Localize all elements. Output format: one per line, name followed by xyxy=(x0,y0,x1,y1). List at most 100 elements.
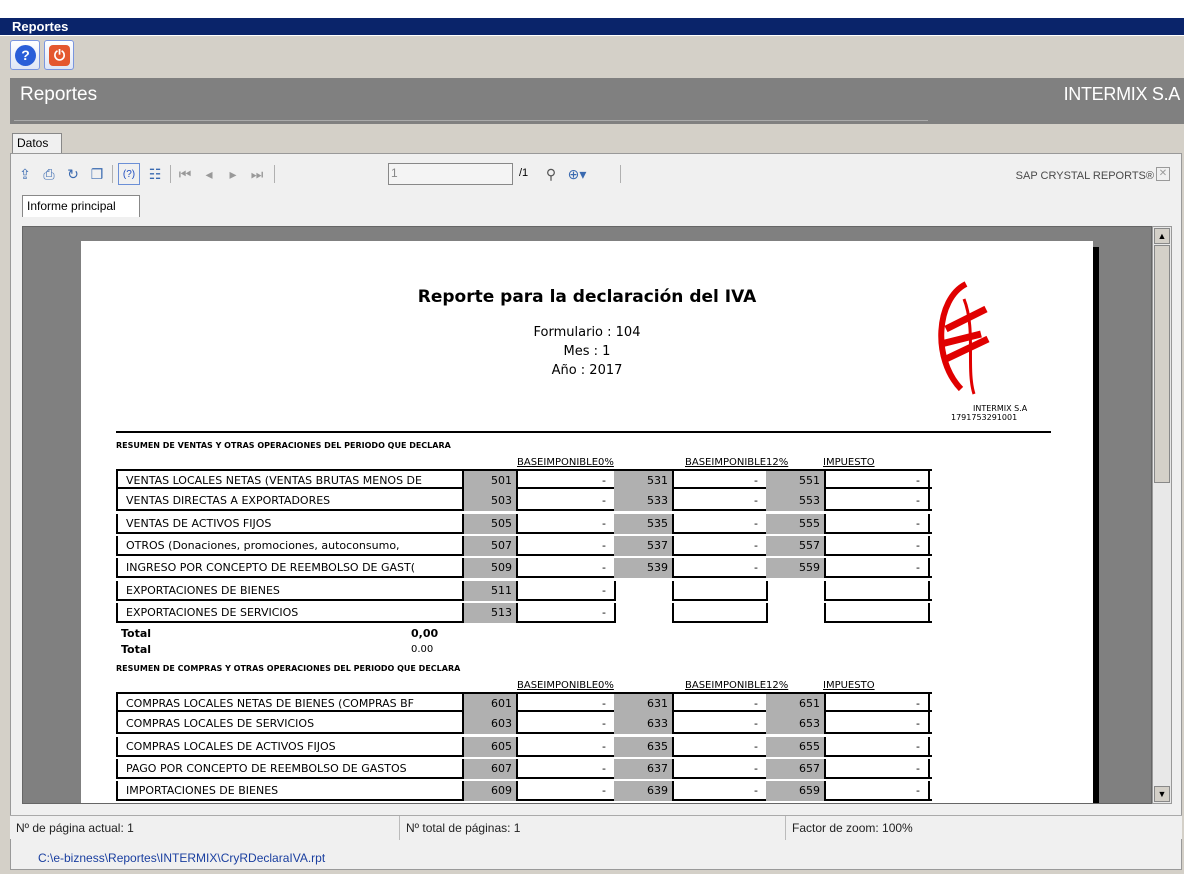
status-zoom: Factor de zoom: 100% xyxy=(792,821,913,835)
group-tree-icon[interactable]: ☷ xyxy=(144,163,166,185)
field-value: - xyxy=(672,535,766,556)
field-code: 609 xyxy=(464,781,516,802)
field-value: - xyxy=(516,558,614,579)
export-icon[interactable]: ⇪ xyxy=(14,163,36,185)
toolbar-separator xyxy=(620,165,621,183)
crystal-reports-brand: SAP CRYSTAL REPORTS® xyxy=(1015,170,1154,182)
row-label: COMPRAS LOCALES DE ACTIVOS FIJOS xyxy=(116,736,464,757)
field-code xyxy=(614,580,672,601)
field-value: - xyxy=(824,714,930,735)
row-label: COMPRAS LOCALES NETAS DE BIENES (COMPRAS… xyxy=(116,694,464,714)
copy-icon[interactable]: ❐ xyxy=(86,163,108,185)
field-code: 601 xyxy=(464,694,516,714)
refresh-icon[interactable]: ↻ xyxy=(62,163,84,185)
page-title: Reportes xyxy=(20,84,98,105)
field-value: - xyxy=(516,471,614,491)
field-value: - xyxy=(516,602,614,623)
first-page-icon[interactable]: ⏮ xyxy=(174,163,196,185)
viewer-toolbar: ⇪ ⎙ ↻ ❐ (?) ☷ ⏮ ◂ ▸ ⏭ /1 ⚲ ⊕▾ xyxy=(14,163,1174,187)
field-value: - xyxy=(672,781,766,802)
total-label: Total xyxy=(121,627,152,640)
field-code: 509 xyxy=(464,558,516,579)
field-code: 555 xyxy=(766,513,824,534)
table-row: VENTAS DIRECTAS A EXPORTADORES 503-533-55… xyxy=(116,491,932,512)
exit-button[interactable]: ⏻ xyxy=(44,40,74,70)
field-value: - xyxy=(824,758,930,779)
field-value: - xyxy=(672,736,766,757)
total-value: 0,00 xyxy=(411,627,439,640)
vertical-scrollbar[interactable]: ▲ ▼ xyxy=(1152,226,1172,804)
field-value: - xyxy=(516,580,614,601)
help-icon[interactable]: (?) xyxy=(118,163,140,185)
field-value xyxy=(824,580,930,601)
field-code: 559 xyxy=(766,558,824,579)
field-value: - xyxy=(516,736,614,757)
field-code: 513 xyxy=(464,602,516,623)
total-value: 0.00 xyxy=(411,644,434,655)
field-value: - xyxy=(824,491,930,512)
scroll-up-icon[interactable]: ▲ xyxy=(1154,228,1170,244)
field-value xyxy=(824,602,930,623)
field-value: - xyxy=(824,558,930,579)
field-value: - xyxy=(516,491,614,512)
field-value: - xyxy=(672,558,766,579)
report-page: Reporte para la declaración del IVA Form… xyxy=(81,241,1093,803)
field-code: 639 xyxy=(614,781,672,802)
col-base12-header: BASEIMPONIBLE12% xyxy=(685,457,789,468)
close-icon[interactable]: ✕ xyxy=(1156,167,1170,181)
field-code: 531 xyxy=(614,471,672,491)
field-code: 507 xyxy=(464,535,516,556)
report-viewport[interactable]: Reporte para la declaración del IVA Form… xyxy=(22,226,1152,804)
table-row: EXPORTACIONES DE SERVICIOS 513- xyxy=(116,602,932,623)
logo-company: INTERMIX S.A xyxy=(973,404,1028,413)
field-code: 607 xyxy=(464,758,516,779)
field-code: 501 xyxy=(464,471,516,491)
table-row: COMPRAS LOCALES DE ACTIVOS FIJOS 605-635-… xyxy=(116,736,932,757)
page-number-input[interactable]: 1 xyxy=(388,163,513,185)
purchase-section-title: RESUMEN DE COMPRAS Y OTRAS OPERACIONES D… xyxy=(116,664,461,673)
field-code: 505 xyxy=(464,513,516,534)
last-page-icon[interactable]: ⏭ xyxy=(246,163,268,185)
scroll-down-icon[interactable]: ▼ xyxy=(1154,786,1170,802)
toolbar-separator xyxy=(170,165,171,183)
field-code: 631 xyxy=(614,694,672,714)
tab-informe-principal[interactable]: Informe principal xyxy=(22,195,140,217)
scroll-thumb[interactable] xyxy=(1154,245,1170,483)
help-button[interactable]: ? xyxy=(10,40,40,70)
tab-datos[interactable]: Datos xyxy=(12,133,62,153)
header-bar: Reportes INTERMIX S.A xyxy=(10,78,1184,124)
field-code: 511 xyxy=(464,580,516,601)
field-value: - xyxy=(672,714,766,735)
zoom-icon[interactable]: ⊕▾ xyxy=(566,163,588,185)
col-tax-header: IMPUESTO xyxy=(823,457,875,468)
next-page-icon[interactable]: ▸ xyxy=(222,163,244,185)
company-logo xyxy=(938,281,990,395)
field-value: - xyxy=(672,758,766,779)
field-code: 651 xyxy=(766,694,824,714)
col-tax-header: IMPUESTO xyxy=(823,680,875,691)
table-row: IMPORTACIONES DE BIENES 609-639-659- xyxy=(116,781,932,802)
field-code: 657 xyxy=(766,758,824,779)
field-code: 635 xyxy=(614,736,672,757)
field-value: - xyxy=(516,781,614,802)
window-title: Reportes xyxy=(0,18,1184,35)
field-value: - xyxy=(824,736,930,757)
field-code xyxy=(766,580,824,601)
field-code: 633 xyxy=(614,714,672,735)
table-row: EXPORTACIONES DE BIENES 511- xyxy=(116,580,932,601)
field-value: - xyxy=(672,513,766,534)
row-label: VENTAS LOCALES NETAS (VENTAS BRUTAS MENO… xyxy=(116,471,464,491)
field-code: 551 xyxy=(766,471,824,491)
prev-page-icon[interactable]: ◂ xyxy=(198,163,220,185)
field-code: 539 xyxy=(614,558,672,579)
field-value: - xyxy=(824,694,930,714)
row-label: PAGO POR CONCEPTO DE REEMBOLSO DE GASTOS xyxy=(116,758,464,779)
search-icon[interactable]: ⚲ xyxy=(540,163,562,185)
row-label: VENTAS DE ACTIVOS FIJOS xyxy=(116,513,464,534)
field-value xyxy=(672,580,766,601)
table-row: COMPRAS LOCALES NETAS DE BIENES (COMPRAS… xyxy=(116,692,932,714)
field-value: - xyxy=(824,781,930,802)
print-icon[interactable]: ⎙ xyxy=(38,163,60,185)
total-label: Total xyxy=(121,643,152,656)
field-code: 637 xyxy=(614,758,672,779)
